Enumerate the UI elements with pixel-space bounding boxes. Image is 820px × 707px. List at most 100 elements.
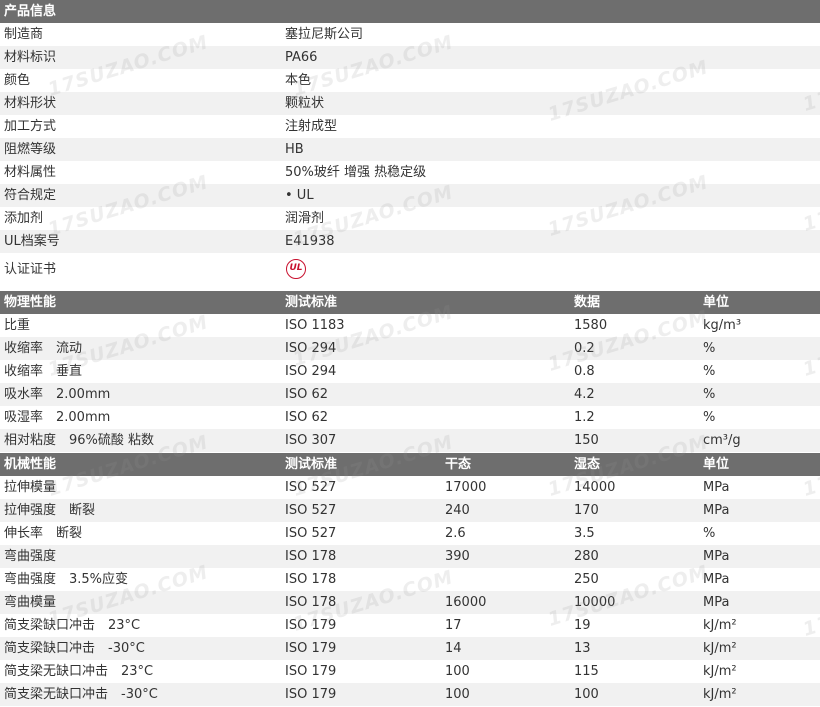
col-header-unit: 单位 <box>703 457 730 472</box>
mechanical-row: 简支梁无缺口冲击 -30°C ISO 179 100 100 kJ/m² <box>0 683 820 706</box>
physical-row: 收缩率 流动 ISO 294 0.2% <box>0 337 820 360</box>
col-header-standard: 测试标准 <box>285 457 338 472</box>
property-unit: % <box>703 526 716 541</box>
info-value: 本色 <box>285 73 312 88</box>
property-unit: MPa <box>703 595 730 610</box>
test-standard: ISO 527 <box>285 526 337 541</box>
property-unit: % <box>703 364 716 379</box>
col-header-dry: 干态 <box>445 457 472 472</box>
wet-value: 170 <box>574 503 599 518</box>
info-row: 材料形状 颗粒状 <box>0 92 820 115</box>
property-value: 1.2 <box>574 410 595 425</box>
wet-value: 10000 <box>574 595 616 610</box>
info-row: UL档案号 E41938 <box>0 230 820 253</box>
property-name: 简支梁缺口冲击 23°C <box>4 618 141 633</box>
dry-value: 17000 <box>445 480 487 495</box>
mechanical-row: 简支梁无缺口冲击 23°C ISO 179 100 115 kJ/m² <box>0 660 820 683</box>
info-row: 制造商 塞拉尼斯公司 <box>0 23 820 46</box>
info-label: 符合规定 <box>4 188 57 203</box>
property-name: 拉伸模量 <box>4 480 57 495</box>
ul-mark-text: UL <box>289 263 303 273</box>
property-name: 拉伸强度 断裂 <box>4 503 96 518</box>
property-unit: MPa <box>703 503 730 518</box>
property-unit: MPa <box>703 549 730 564</box>
info-label: 材料形状 <box>4 96 57 111</box>
info-label: 加工方式 <box>4 119 57 134</box>
test-standard: ISO 179 <box>285 664 337 679</box>
test-standard: ISO 294 <box>285 364 337 379</box>
wet-value: 19 <box>574 618 591 633</box>
section-header: 产品信息 <box>0 0 820 23</box>
wet-value: 280 <box>574 549 599 564</box>
property-name: 相对粘度 96%硫酸 粘数 <box>4 433 155 448</box>
mechanical-properties-section: 机械性能 测试标准 干态 湿态 单位 拉伸模量 ISO 527 17000 14000… <box>0 453 820 706</box>
col-header-property: 物理性能 <box>4 295 57 310</box>
mechanical-row: 拉伸强度 断裂 ISO 527 240 170 MPa <box>0 499 820 522</box>
ul-certification-icon[interactable]: UL <box>286 259 306 279</box>
property-value: 0.2 <box>574 341 595 356</box>
info-row: 颜色 本色 <box>0 69 820 92</box>
info-value: HB <box>285 142 304 157</box>
property-unit: kJ/m² <box>703 664 737 679</box>
info-value: 颗粒状 <box>285 96 325 111</box>
info-label: 阻燃等级 <box>4 142 57 157</box>
info-row: 阻燃等级 HB <box>0 138 820 161</box>
physical-header-row: 物理性能 测试标准 数据 单位 <box>0 291 820 314</box>
dry-value: 17 <box>445 618 462 633</box>
property-name: 收缩率 流动 <box>4 341 83 356</box>
col-header-unit: 单位 <box>703 295 730 310</box>
dry-value: 390 <box>445 549 470 564</box>
info-label: 颜色 <box>4 73 31 88</box>
test-standard: ISO 178 <box>285 549 337 564</box>
mechanical-row: 弯曲模量 ISO 178 16000 10000 MPa <box>0 591 820 614</box>
info-label: 材料标识 <box>4 50 57 65</box>
mechanical-header-row: 机械性能 测试标准 干态 湿态 单位 <box>0 453 820 476</box>
mechanical-row: 弯曲强度 ISO 178 390 280 MPa <box>0 545 820 568</box>
physical-row: 比重 ISO 1183 1580 kg/m³ <box>0 314 820 337</box>
mechanical-row: 简支梁缺口冲击 -30°C ISO 179 14 13 kJ/m² <box>0 637 820 660</box>
info-row: 材料标识 PA66 <box>0 46 820 69</box>
property-value: 150 <box>574 433 599 448</box>
physical-row: 吸水率 2.00mm ISO 62 4.2% <box>0 383 820 406</box>
info-value: 注射成型 <box>285 119 338 134</box>
test-standard: ISO 294 <box>285 341 337 356</box>
property-name: 弯曲模量 <box>4 595 57 610</box>
physical-row: 收缩率 垂直 ISO 294 0.8% <box>0 360 820 383</box>
physical-row: 吸湿率 2.00mm ISO 62 1.2% <box>0 406 820 429</box>
dry-value: 14 <box>445 641 462 656</box>
property-unit: MPa <box>703 572 730 587</box>
property-unit: cm³/g <box>703 433 741 448</box>
info-label: 制造商 <box>4 27 44 42</box>
mechanical-row: 拉伸模量 ISO 527 17000 14000 MPa <box>0 476 820 499</box>
property-name: 简支梁缺口冲击 -30°C <box>4 641 145 656</box>
info-label: UL档案号 <box>4 234 60 249</box>
test-standard: ISO 307 <box>285 433 337 448</box>
wet-value: 100 <box>574 687 599 702</box>
test-standard: ISO 178 <box>285 572 337 587</box>
cert-label: 认证证书 <box>4 262 57 277</box>
test-standard: ISO 178 <box>285 595 337 610</box>
mechanical-row: 简支梁缺口冲击 23°C ISO 179 17 19 kJ/m² <box>0 614 820 637</box>
product-info-rows: 制造商 塞拉尼斯公司 材料标识 PA66 颜色 本色材料形状 颗粒状加工方式 注射成型阻燃等级… <box>0 23 820 253</box>
property-name: 弯曲强度 <box>4 549 57 564</box>
cert-row: 认证证书 UL <box>0 253 820 287</box>
property-unit: kJ/m² <box>703 641 737 656</box>
info-label: 材料属性 <box>4 165 57 180</box>
property-unit: MPa <box>703 480 730 495</box>
product-info-section: 产品信息 制造商 塞拉尼斯公司 材料标识 PA66 颜色 本色材料形状 颗粒状加工方式 注射成… <box>0 0 820 287</box>
info-row: 添加剂 润滑剂 <box>0 207 820 230</box>
dry-value: 100 <box>445 687 470 702</box>
property-unit: % <box>703 341 716 356</box>
wet-value: 250 <box>574 572 599 587</box>
property-value: 1580 <box>574 318 608 333</box>
info-value: • UL <box>285 188 314 203</box>
property-unit: kg/m³ <box>703 318 742 333</box>
test-standard: ISO 1183 <box>285 318 345 333</box>
property-value: 4.2 <box>574 387 595 402</box>
property-value: 0.8 <box>574 364 595 379</box>
mechanical-rows: 拉伸模量 ISO 527 17000 14000 MPa 拉伸强度 断裂 ISO 527 24… <box>0 476 820 706</box>
col-header-data: 数据 <box>574 295 601 310</box>
test-standard: ISO 62 <box>285 387 328 402</box>
col-header-wet: 湿态 <box>574 457 601 472</box>
wet-value: 13 <box>574 641 591 656</box>
